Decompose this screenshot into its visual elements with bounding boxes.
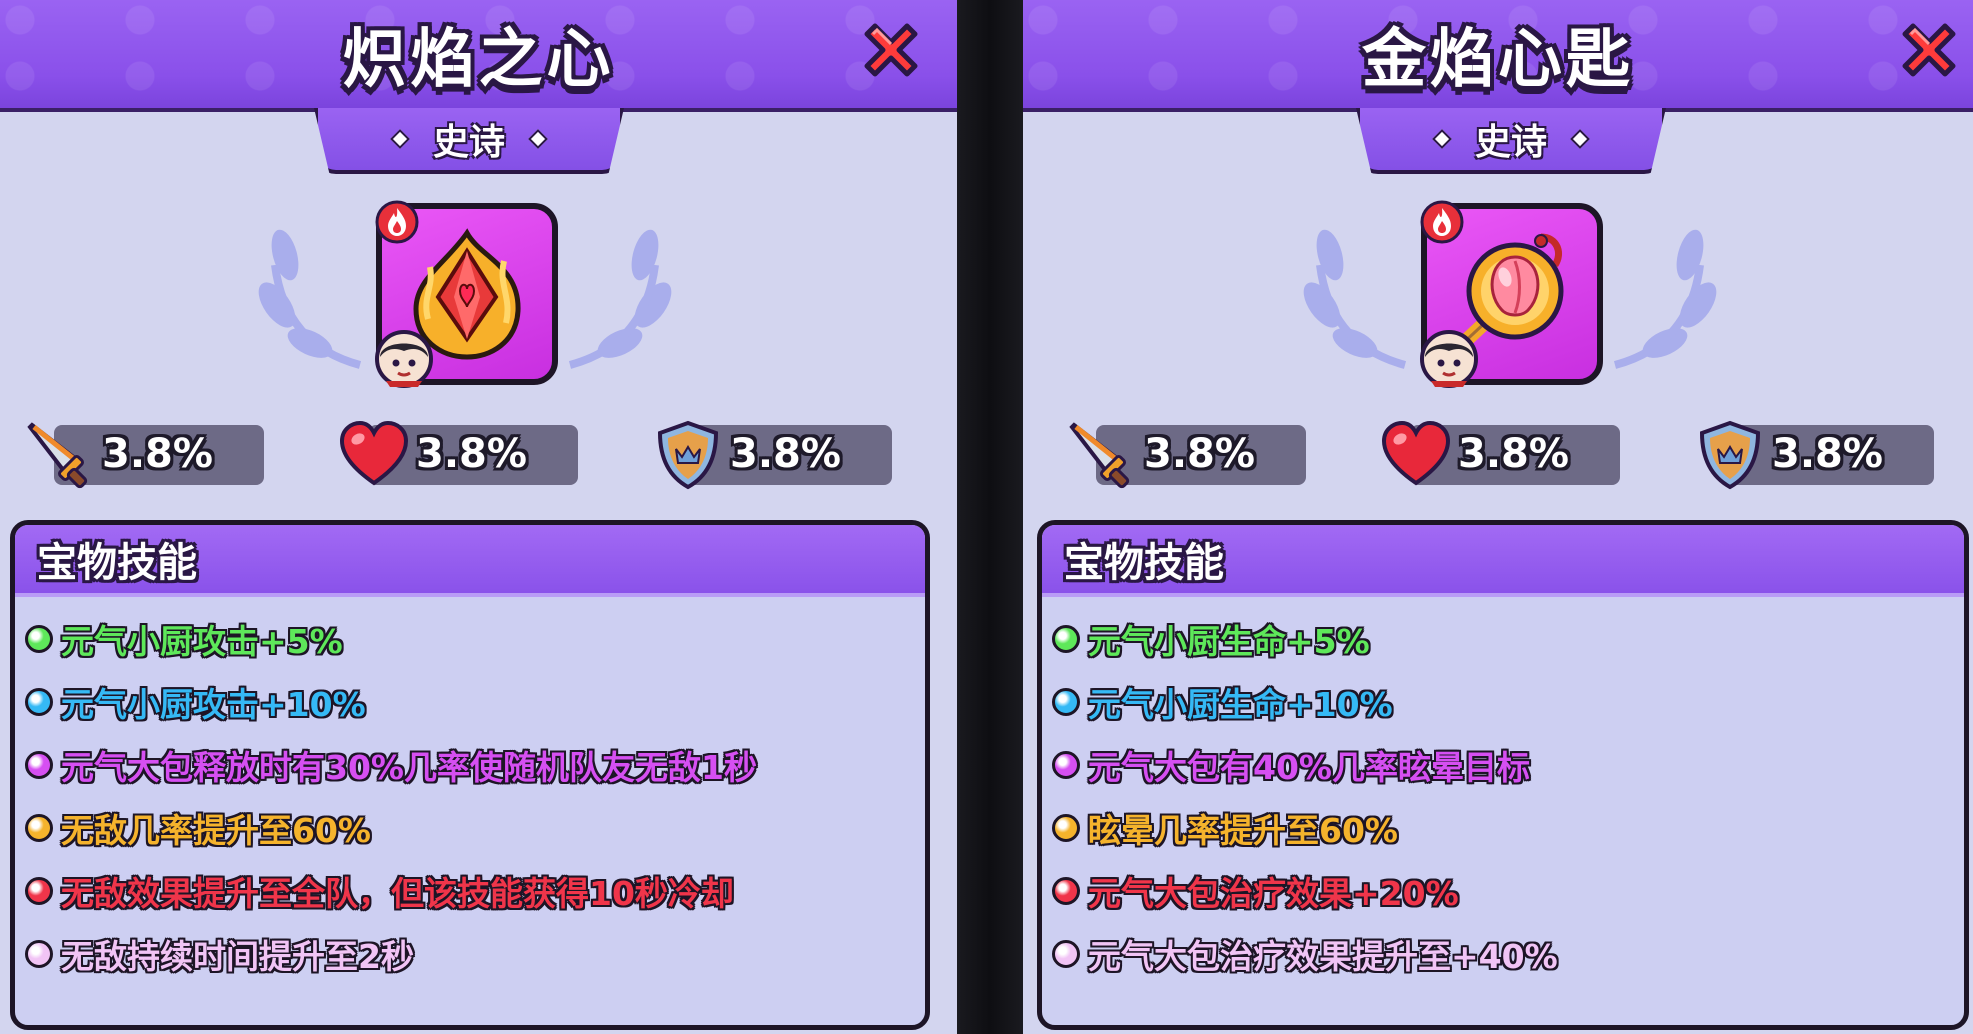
skill-row: 元气大包释放时有30%几率使随机队友无敌1秒 <box>15 733 925 796</box>
skill-row: 无敌持续时间提升至2秒 <box>15 922 925 985</box>
shield-icon <box>1699 420 1761 490</box>
tier-dot-icon <box>1052 939 1080 968</box>
skills-panel: 宝物技能 元气小厨生命+5% 元气小厨生命+10% 元气大包有40%几率眩晕目标… <box>1037 520 1969 1030</box>
laurel-right-icon <box>1613 229 1717 369</box>
defense-stat: 3.8% <box>652 420 892 490</box>
skill-row: 无敌几率提升至60% <box>15 796 925 859</box>
sword-icon <box>1069 422 1130 489</box>
tier-dot-icon <box>25 876 53 905</box>
skill-row: 元气小厨生命+10% <box>1042 670 1964 733</box>
heart-icon <box>339 420 409 486</box>
skill-list: 元气小厨攻击+5% 元气小厨攻击+10% 元气大包释放时有30%几率使随机队友无… <box>15 597 925 985</box>
treasure-card-left: 炽焰之心 史诗 3.8% 3.8% 3.8% 宝物技能 元气小厨攻击+5% 元气… <box>0 0 957 1034</box>
sword-icon <box>27 422 88 489</box>
skill-text: 元气小厨生命+5% <box>1088 621 1370 661</box>
heart-icon <box>1381 420 1451 486</box>
fire-icon <box>375 200 419 244</box>
skill-list: 元气小厨生命+5% 元气小厨生命+10% 元气大包有40%几率眩晕目标 眩晕几率… <box>1042 597 1964 985</box>
skill-text: 无敌效果提升至全队，但该技能获得10秒冷却 <box>61 873 734 913</box>
treasure-item-frame[interactable] <box>1420 200 1603 388</box>
card-title: 炽焰之心 <box>342 23 615 97</box>
skill-text: 元气小厨生命+10% <box>1088 684 1393 724</box>
rarity-label: 史诗 <box>1474 122 1547 163</box>
card-header: 金焰心匙 <box>1023 0 1973 112</box>
tier-dot-icon <box>25 624 53 653</box>
tier-dot-icon <box>25 939 53 968</box>
skill-text: 眩晕几率提升至60% <box>1088 810 1398 850</box>
tier-dot-icon <box>1052 750 1080 779</box>
panel-divider <box>957 0 1023 1034</box>
chef-avatar-icon <box>1420 330 1478 388</box>
skill-row: 元气大包治疗效果+20% <box>1042 859 1964 922</box>
skill-text: 无敌持续时间提升至2秒 <box>61 936 414 976</box>
attack-stat: 3.8% <box>1066 422 1306 489</box>
skill-row: 元气大包有40%几率眩晕目标 <box>1042 733 1964 796</box>
tier-dot-icon <box>1052 813 1080 842</box>
skill-row: 元气小厨攻击+5% <box>15 607 925 670</box>
skill-text: 元气小厨攻击+10% <box>61 684 366 724</box>
card-header: 炽焰之心 <box>0 0 957 112</box>
attack-stat: 3.8% <box>24 422 264 489</box>
treasure-card-right: 金焰心匙 史诗 3.8% 3.8% 3.8% 宝物技能 元气小厨生命+5% 元气… <box>1023 0 1973 1034</box>
skills-header: 宝物技能 <box>15 525 925 597</box>
rarity-tab: 史诗 <box>314 108 624 174</box>
close-icon[interactable] <box>855 14 927 86</box>
stat-value: 3.8% <box>102 431 213 477</box>
skill-row: 无敌效果提升至全队，但该技能获得10秒冷却 <box>15 859 925 922</box>
skill-row: 元气小厨生命+5% <box>1042 607 1964 670</box>
skill-row: 眩晕几率提升至60% <box>1042 796 1964 859</box>
laurel-right-icon <box>568 229 672 369</box>
shield-icon <box>657 420 719 490</box>
skills-panel: 宝物技能 元气小厨攻击+5% 元气小厨攻击+10% 元气大包释放时有30%几率使… <box>10 520 930 1030</box>
skills-title: 宝物技能 <box>1064 540 1224 586</box>
tier-dot-icon <box>25 813 53 842</box>
stat-value: 3.8% <box>730 431 841 477</box>
skill-text: 元气大包治疗效果+20% <box>1088 873 1459 913</box>
tier-dot-icon <box>25 750 53 779</box>
tier-dot-icon <box>1052 687 1080 716</box>
health-stat: 3.8% <box>1380 420 1620 486</box>
tier-dot-icon <box>1052 876 1080 905</box>
skill-text: 元气大包释放时有30%几率使随机队友无敌1秒 <box>61 747 757 787</box>
skill-text: 元气大包治疗效果提升至+40% <box>1088 936 1558 976</box>
rarity-label: 史诗 <box>432 122 505 163</box>
defense-stat: 3.8% <box>1694 420 1934 490</box>
rarity-tab: 史诗 <box>1356 108 1666 174</box>
skills-title: 宝物技能 <box>37 540 197 586</box>
stat-value: 3.8% <box>1458 431 1569 477</box>
skills-header: 宝物技能 <box>1042 525 1964 597</box>
laurel-left-icon <box>1303 229 1407 369</box>
skill-text: 元气小厨攻击+5% <box>61 621 343 661</box>
health-stat: 3.8% <box>338 420 578 486</box>
stat-value: 3.8% <box>1772 431 1883 477</box>
skill-row: 元气小厨攻击+10% <box>15 670 925 733</box>
treasure-item-frame[interactable] <box>375 200 558 388</box>
laurel-left-icon <box>258 229 362 369</box>
diamond-icon <box>528 129 548 149</box>
stat-value: 3.8% <box>416 431 527 477</box>
stat-value: 3.8% <box>1144 431 1255 477</box>
fire-icon <box>1420 200 1464 244</box>
skill-row: 元气大包治疗效果提升至+40% <box>1042 922 1964 985</box>
diamond-icon <box>1570 129 1590 149</box>
card-title: 金焰心匙 <box>1362 23 1634 97</box>
skill-text: 无敌几率提升至60% <box>61 810 371 850</box>
tier-dot-icon <box>1052 624 1080 653</box>
diamond-icon <box>1432 129 1452 149</box>
chef-avatar-icon <box>375 330 433 388</box>
diamond-icon <box>390 129 410 149</box>
close-icon[interactable] <box>1893 14 1965 86</box>
tier-dot-icon <box>25 687 53 716</box>
skill-text: 元气大包有40%几率眩晕目标 <box>1088 747 1530 787</box>
